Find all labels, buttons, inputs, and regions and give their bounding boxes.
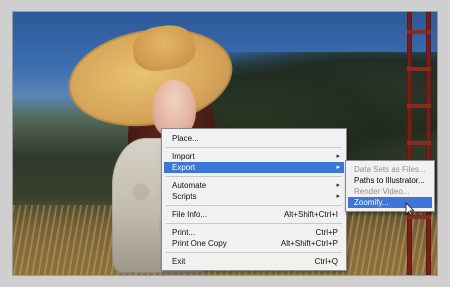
- mouse-pointer-icon: [405, 202, 415, 216]
- menu-item-file-info[interactable]: File Info... Alt+Shift+Ctrl+I: [164, 209, 344, 220]
- menu-item-shortcut: Alt+Shift+Ctrl+P: [280, 239, 338, 248]
- menu-item-place[interactable]: Place...: [164, 133, 344, 144]
- ladder-rung: [407, 67, 431, 71]
- menu-item-label: Export: [172, 163, 196, 172]
- submenu-item-label: Zoomify...: [354, 198, 389, 207]
- menu-item-shortcut: Ctrl+Q: [314, 257, 338, 266]
- menu-separator: [166, 252, 342, 253]
- menu-item-scripts[interactable]: Scripts ▸: [164, 191, 344, 202]
- ladder-rung: [407, 141, 431, 145]
- submenu-item-label: Data Sets as Files...: [354, 165, 426, 174]
- menu-item-exit[interactable]: Exit Ctrl+Q: [164, 256, 344, 267]
- submenu-item-render-video[interactable]: Render Video...: [348, 186, 432, 197]
- menu-item-print[interactable]: Print... Ctrl+P: [164, 227, 344, 238]
- menu-item-label: Scripts: [172, 192, 197, 201]
- export-submenu: Data Sets as Files... Paths to Illustrat…: [345, 160, 435, 212]
- submenu-item-data-sets-as-files[interactable]: Data Sets as Files...: [348, 164, 432, 175]
- menu-item-label: Exit: [172, 257, 186, 266]
- menu-item-import[interactable]: Import ▸: [164, 151, 344, 162]
- submenu-item-label: Render Video...: [354, 187, 410, 196]
- menu-separator: [166, 205, 342, 206]
- submenu-item-paths-to-illustrator[interactable]: Paths to Illustrator...: [348, 175, 432, 186]
- ladder-rung: [407, 30, 431, 34]
- menu-separator: [166, 223, 342, 224]
- menu-separator: [166, 147, 342, 148]
- menu-item-label: File Info...: [172, 210, 208, 219]
- menu-item-print-one-copy[interactable]: Print One Copy Alt+Shift+Ctrl+P: [164, 238, 344, 249]
- file-context-menu: Place... Import ▸ Export ▸ Automate ▸ Sc…: [161, 128, 347, 271]
- menu-item-label: Automate: [172, 181, 207, 190]
- chevron-right-icon: ▸: [336, 182, 340, 189]
- menu-item-label: Place...: [172, 134, 199, 143]
- menu-item-shortcut: Alt+Shift+Ctrl+I: [283, 210, 338, 219]
- menu-item-shortcut: Ctrl+P: [315, 228, 338, 237]
- chevron-right-icon: ▸: [336, 153, 340, 160]
- menu-item-label: Import: [172, 152, 195, 161]
- submenu-item-zoomify[interactable]: Zoomify...: [348, 197, 432, 208]
- menu-separator: [166, 176, 342, 177]
- ladder-rung: [407, 104, 431, 108]
- chevron-right-icon: ▸: [336, 193, 340, 200]
- menu-item-export[interactable]: Export ▸: [164, 162, 344, 173]
- red-ladder: [407, 12, 431, 275]
- submenu-item-label: Paths to Illustrator...: [354, 176, 425, 185]
- chevron-right-icon: ▸: [336, 164, 340, 171]
- menu-item-label: Print...: [172, 228, 196, 237]
- menu-item-label: Print One Copy: [172, 239, 227, 248]
- menu-item-automate[interactable]: Automate ▸: [164, 180, 344, 191]
